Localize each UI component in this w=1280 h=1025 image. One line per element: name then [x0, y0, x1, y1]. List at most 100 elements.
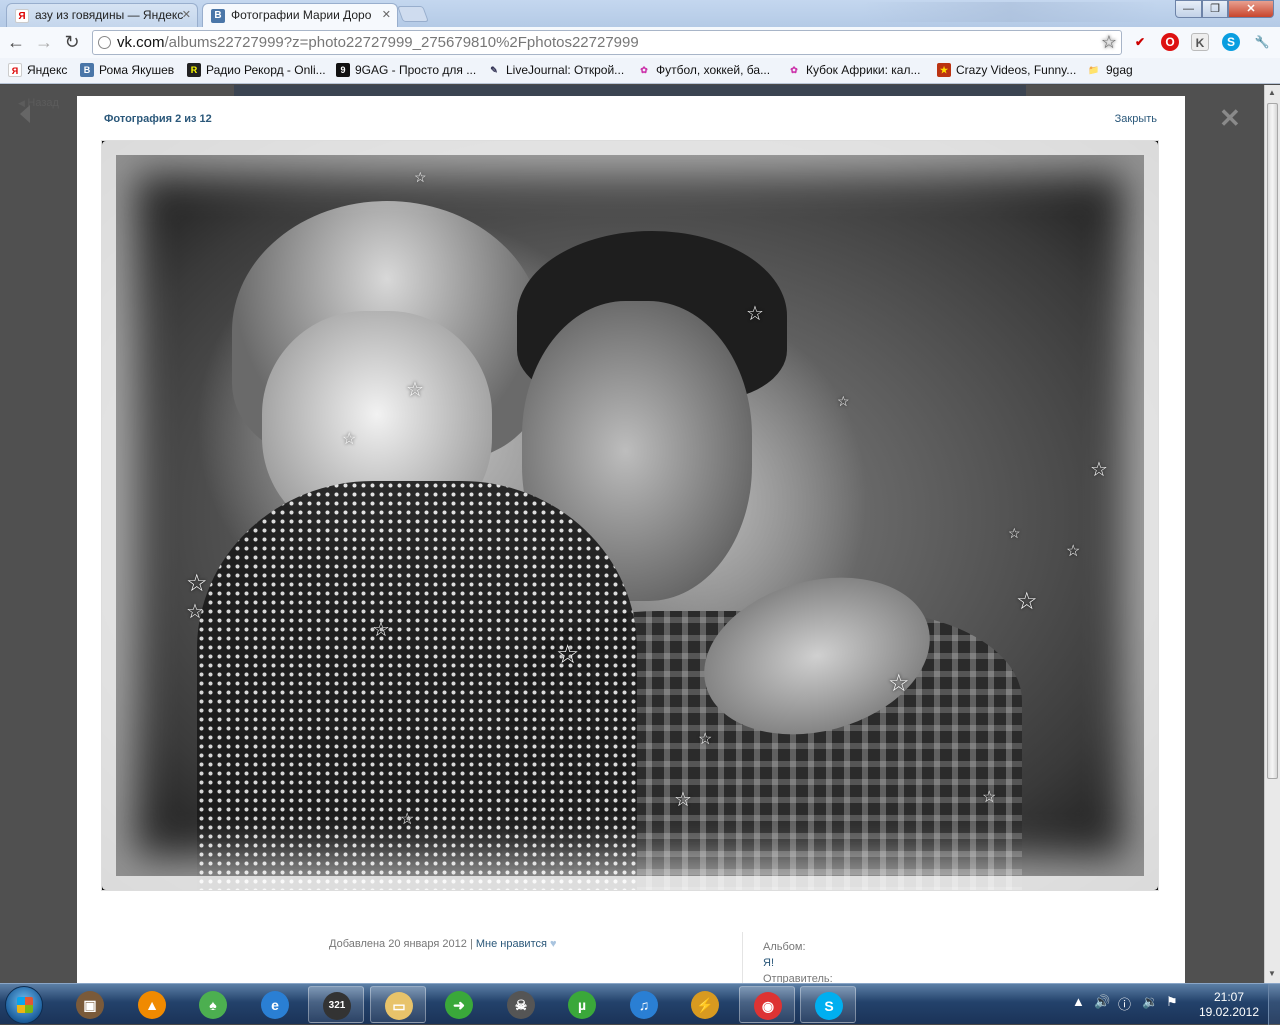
tab-vk-photos[interactable]: В Фотографии Марии Доро ✕: [202, 3, 398, 27]
taskbar-button[interactable]: 321: [308, 986, 364, 1023]
back-arrow-icon[interactable]: ←: [5, 32, 27, 54]
livejournal-icon: ✎: [490, 65, 498, 75]
url-text[interactable]: vk.com/albums22727999?z=photo22727999_27…: [117, 34, 639, 51]
yandex-favicon-icon: Я: [15, 9, 29, 23]
scroll-down-icon[interactable]: ▼: [1268, 969, 1276, 978]
tab-title: Фотографии Марии Доро: [231, 8, 372, 22]
vk-icon: В: [80, 63, 94, 77]
page-info-icon[interactable]: [98, 36, 111, 49]
divider: [742, 932, 743, 983]
tab-strip: Я азу из говядины — Яндекс ✕ В Фотографи…: [0, 0, 1280, 27]
green-app-icon: ♠: [199, 991, 227, 1019]
address-bar[interactable]: vk.com/albums22727999?z=photo22727999_27…: [92, 30, 1122, 55]
photo-viewer: Фотография 2 из 12 Закрыть ☆ ☆ ☆ ☆ ☆ ☆ ☆…: [77, 96, 1185, 983]
vlc-icon: ▲: [138, 991, 166, 1019]
separator: |: [469, 938, 473, 950]
added-date: Добавлена 20 января 2012: [329, 938, 467, 950]
titlebar-blur: [860, 2, 1160, 22]
start-button[interactable]: [5, 986, 43, 1024]
window-close-button[interactable]: ✕: [1228, 0, 1274, 18]
speaker-alert-icon[interactable]: 🔊: [1094, 994, 1110, 1010]
winamp-icon: ⚡: [691, 991, 719, 1019]
bookmark-africa-cup[interactable]: ✿ Кубок Африки: кал...: [787, 63, 920, 77]
photo-album-info: Альбом: Я! Отправитель:: [763, 939, 833, 983]
green-arrow-icon: ➜: [445, 991, 473, 1019]
photo-counter: Фотография 2 из 12: [104, 113, 212, 125]
windows-logo-icon: [17, 997, 33, 1013]
taskbar-button[interactable]: ➜: [431, 986, 487, 1023]
wrench-menu-icon[interactable]: 🔧: [1253, 33, 1271, 51]
show-desktop-button[interactable]: [1268, 984, 1280, 1025]
bookmark-football[interactable]: ✿ Футбол, хоккей, ба...: [637, 63, 770, 77]
overlay-close-icon[interactable]: ✕: [1219, 103, 1241, 134]
taskbar-button[interactable]: ♫: [616, 986, 672, 1023]
taskbar-button[interactable]: ⚡: [677, 986, 733, 1023]
alien-icon: ☠: [507, 991, 535, 1019]
adblock-extension-icon[interactable]: O: [1161, 33, 1179, 51]
kaspersky-extension-icon[interactable]: ✔: [1131, 33, 1149, 51]
taskbar-button[interactable]: ▣: [62, 986, 118, 1023]
album-label: Альбом:: [763, 941, 806, 953]
bookmark-roma[interactable]: В Рома Якушев: [80, 63, 174, 77]
k-extension-icon[interactable]: K: [1191, 33, 1209, 51]
page-scrollbar[interactable]: ▲ ▼: [1264, 85, 1280, 983]
folder-icon: 📁: [1088, 65, 1100, 75]
system-tray: ▲ 🔊 ⓘ 🔉 ⚑: [1066, 990, 1186, 1016]
radio-record-icon: R: [187, 63, 201, 77]
network-icon[interactable]: ⓘ: [1118, 994, 1131, 1013]
system-clock[interactable]: 21:07 19.02.2012: [1194, 990, 1264, 1020]
utorrent-icon: µ: [568, 991, 596, 1019]
browser-toolbar: ← → ↻ vk.com/albums22727999?z=photo22727…: [0, 27, 1280, 58]
maximize-button[interactable]: ❐: [1202, 0, 1228, 18]
bookmark-yandex[interactable]: Я Яндекс: [8, 63, 67, 77]
taskbar-button[interactable]: ▲: [124, 986, 180, 1023]
yandex-icon: Я: [8, 63, 22, 77]
bookmark-crazy-videos[interactable]: ★ Crazy Videos, Funny...: [937, 63, 1076, 77]
chrome-icon: ◉: [754, 992, 782, 1020]
clock-time: 21:07: [1213, 990, 1245, 1004]
bookmark-folder-9gag[interactable]: 📁 9gag: [1087, 63, 1132, 77]
bookmark-radio-record[interactable]: R Радио Рекорд - Onli...: [187, 63, 326, 77]
previous-arrow-icon[interactable]: [20, 105, 30, 123]
itunes-icon: ♫: [630, 991, 658, 1019]
tab-close-icon[interactable]: ✕: [182, 8, 191, 21]
bookmark-star-icon[interactable]: ☆: [1101, 32, 1117, 53]
show-hidden-icons-icon[interactable]: ▲: [1072, 994, 1085, 1009]
file-explorer-icon: ▭: [385, 992, 413, 1020]
close-link[interactable]: Закрыть: [1115, 113, 1157, 125]
9gag-icon: 9: [336, 63, 350, 77]
reload-icon[interactable]: ↻: [61, 32, 83, 54]
like-link[interactable]: Мне нравится: [476, 938, 547, 950]
bookmarks-bar: Я Яндекс В Рома Якушев R Радио Рекорд - Onl…: [0, 58, 1280, 84]
photo-image[interactable]: ☆ ☆ ☆ ☆ ☆ ☆ ☆ ☆ ☆ ☆ ☆ ☆ ☆ ☆ ☆ ☆ ☆ ☆: [101, 140, 1159, 891]
tab-title: азу из говядины — Яндекс: [35, 8, 184, 22]
media-player-classic-icon: 321: [323, 992, 351, 1020]
vk-favicon-icon: В: [211, 9, 225, 23]
archive-app-icon: ▣: [76, 991, 104, 1019]
taskbar-button[interactable]: e: [247, 986, 303, 1023]
taskbar-button[interactable]: S: [800, 986, 856, 1023]
scroll-up-icon[interactable]: ▲: [1268, 88, 1276, 97]
flower-icon: ✿: [640, 65, 648, 75]
taskbar-button[interactable]: ◉: [739, 986, 795, 1023]
skype-extension-icon[interactable]: S: [1222, 33, 1240, 51]
skype-icon: S: [815, 992, 843, 1020]
taskbar-button[interactable]: ♠: [185, 986, 241, 1023]
heart-icon[interactable]: ♥: [550, 938, 557, 950]
bookmark-9gag-ru[interactable]: 9 9GAG - Просто для ...: [336, 63, 476, 77]
new-tab-button[interactable]: [397, 6, 429, 22]
scroll-thumb[interactable]: [1267, 103, 1278, 779]
volume-icon[interactable]: 🔉: [1142, 994, 1158, 1010]
taskbar-button[interactable]: µ: [554, 986, 610, 1023]
clock-date: 19.02.2012: [1198, 1005, 1260, 1019]
bookmark-livejournal[interactable]: ✎ LiveJournal: Открой...: [487, 63, 624, 77]
action-center-icon[interactable]: ⚑: [1166, 994, 1178, 1010]
taskbar-button[interactable]: ☠: [493, 986, 549, 1023]
forward-arrow-icon[interactable]: →: [33, 32, 55, 54]
album-link[interactable]: Я!: [763, 955, 833, 971]
tab-close-icon[interactable]: ✕: [382, 8, 391, 21]
sender-label: Отправитель:: [763, 973, 833, 983]
taskbar-button[interactable]: ▭: [370, 986, 426, 1023]
minimize-button[interactable]: —: [1175, 0, 1202, 18]
tab-yandex[interactable]: Я азу из говядины — Яндекс ✕: [6, 3, 198, 27]
